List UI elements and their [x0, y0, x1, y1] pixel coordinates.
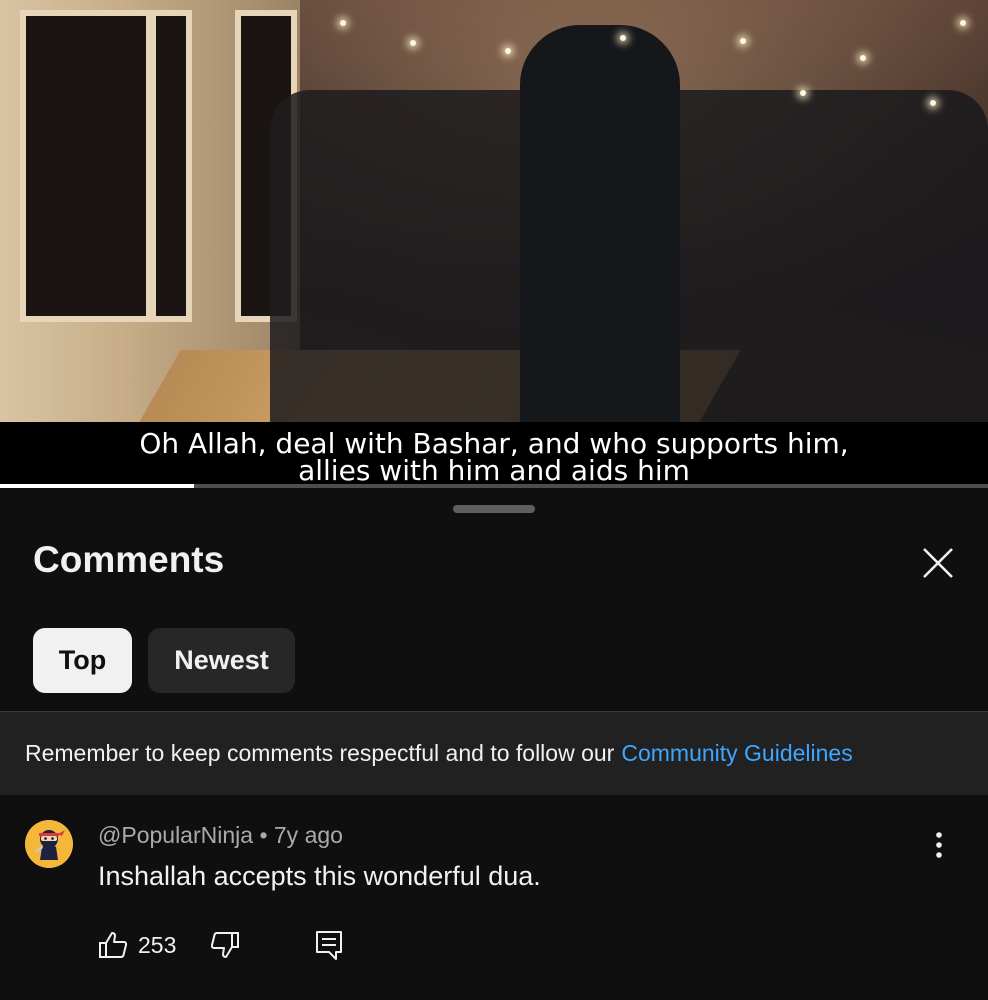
subtitle-line-2: allies with him and aids him: [298, 454, 690, 487]
ceiling-light: [740, 38, 746, 44]
sort-chip-top[interactable]: Top: [33, 628, 132, 693]
video-progress-fill: [0, 484, 194, 488]
community-guidelines-banner: Remember to keep comments respectful and…: [0, 711, 988, 795]
comments-panel: Comments Top Newest Remember to keep com…: [0, 489, 988, 1000]
like-button[interactable]: 253: [98, 930, 176, 960]
drag-handle[interactable]: [453, 505, 535, 513]
video-subtitle: Oh Allah, deal with Bashar, and who supp…: [0, 422, 988, 487]
close-button[interactable]: [910, 535, 966, 591]
ceiling-light: [410, 40, 416, 46]
meta-separator: •: [259, 822, 268, 848]
comment-item: @PopularNinja • 7y ago Inshallah accepts…: [0, 795, 988, 1000]
comment-meta: @PopularNinja • 7y ago: [98, 822, 343, 849]
ceiling-light: [340, 20, 346, 26]
subtitle-line-1: Oh Allah, deal with Bashar, and who supp…: [139, 427, 849, 460]
comment-author[interactable]: @PopularNinja: [98, 822, 253, 848]
ceiling-light: [960, 20, 966, 26]
reply-comment-icon: [316, 931, 343, 960]
guidelines-text: Remember to keep comments respectful and…: [25, 740, 615, 766]
sort-chip-newest[interactable]: Newest: [148, 628, 295, 693]
video-scene-window: [20, 10, 152, 322]
close-icon: [923, 548, 953, 578]
video-progress-bar[interactable]: [0, 484, 988, 488]
ceiling-light: [860, 55, 866, 61]
video-player[interactable]: Oh Allah, deal with Bashar, and who supp…: [0, 0, 988, 488]
comment-actions: 253: [98, 925, 344, 965]
ninja-avatar-icon: [25, 820, 73, 868]
ceiling-light: [930, 100, 936, 106]
video-frame[interactable]: [0, 0, 988, 422]
ceiling-light: [800, 90, 806, 96]
dislike-button[interactable]: [210, 930, 240, 960]
comments-title: Comments: [33, 539, 225, 580]
reply-button[interactable]: [314, 929, 344, 961]
thumbs-up-icon: [99, 932, 128, 958]
community-guidelines-link[interactable]: Community Guidelines: [621, 740, 852, 767]
comment-age: 7y ago: [273, 822, 343, 848]
ceiling-light: [505, 48, 511, 54]
thumbs-down-icon: [211, 932, 240, 958]
comment-more-button[interactable]: [922, 825, 956, 865]
video-scene-speaker: [520, 25, 680, 422]
like-count: 253: [138, 931, 177, 958]
more-vertical-icon: [936, 832, 942, 858]
ceiling-light: [620, 35, 626, 41]
video-scene-window: [150, 10, 192, 322]
avatar[interactable]: [25, 820, 73, 868]
comment-text: Inshallah accepts this wonderful dua.: [98, 861, 541, 891]
